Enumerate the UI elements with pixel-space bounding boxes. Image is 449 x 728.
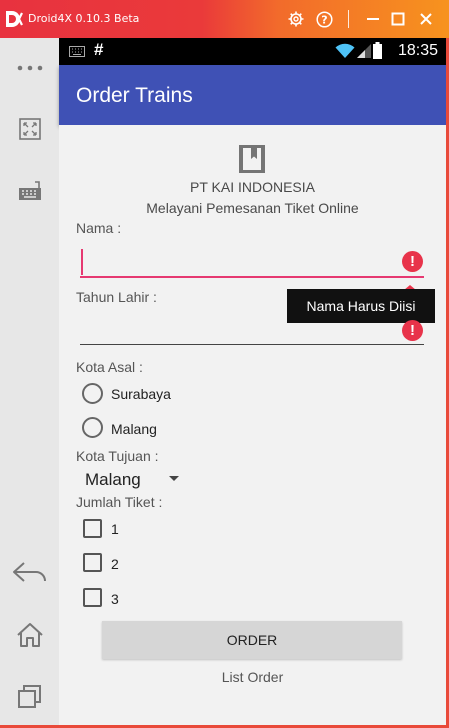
window-title: Droid4X 0.10.3 Beta [28,12,140,25]
window-title-bar: Droid4X 0.10.3 Beta ? [0,0,449,38]
order-button[interactable]: ORDER [102,621,402,659]
settings-gear-icon[interactable] [285,8,307,30]
radio-surabaya[interactable] [82,383,103,404]
nama-label: Nama : [76,220,122,236]
keyboard-notification-icon [69,46,85,57]
close-icon[interactable] [415,8,437,30]
nama-underline [80,276,424,278]
checkbox-1[interactable] [83,519,102,538]
jumlah-tiket-label: Jumlah Tiket : [76,494,163,510]
radio-malang-label[interactable]: Malang [111,421,157,437]
back-icon[interactable] [10,554,50,590]
kota-tujuan-spinner[interactable]: Malang [85,470,141,490]
more-icon[interactable] [10,50,50,86]
battery-icon [373,42,382,59]
text-cursor [81,249,83,275]
kota-tujuan-label: Kota Tujuan : [76,448,159,464]
list-order-link[interactable]: List Order [59,669,446,685]
order-form: PT KAI INDONESIA Melayani Pemesanan Tike… [59,125,446,725]
signal-icon [357,44,371,58]
company-tagline: Melayani Pemesanan Tiket Online [146,200,359,216]
company-name: PT KAI INDONESIA [190,179,315,195]
keyboard-icon[interactable] [10,173,50,209]
radio-malang[interactable] [82,417,103,438]
help-icon[interactable]: ? [313,8,335,30]
checkbox-3-label[interactable]: 3 [111,591,119,607]
emulator-sidebar [0,38,59,725]
notification-glyph: # [94,40,104,59]
fullscreen-icon[interactable] [10,111,50,147]
android-status-bar: # 18:35 [59,38,446,65]
dropdown-arrow-icon[interactable] [169,476,179,481]
tahun-lahir-error-icon: ! [402,320,423,341]
kota-asal-label: Kota Asal : [76,359,143,375]
checkbox-3[interactable] [83,588,102,607]
droid4x-logo-icon [6,11,23,27]
nama-input[interactable] [80,247,398,277]
title-separator [348,10,349,28]
radio-surabaya-label[interactable]: Surabaya [111,386,171,402]
checkbox-2-label[interactable]: 2 [111,556,119,572]
nama-error-icon: ! [402,251,423,272]
status-time: 18:35 [397,42,438,59]
book-logo-icon [239,145,265,173]
checkbox-1-label[interactable]: 1 [111,521,119,537]
checkbox-2[interactable] [83,553,102,572]
svg-text:?: ? [321,13,327,26]
app-bar: Order Trains [59,65,446,125]
minimize-icon[interactable] [362,8,384,30]
tahun-lahir-label: Tahun Lahir : [76,289,157,305]
nama-error-text: Nama Harus Diisi [306,298,416,314]
home-icon[interactable] [10,617,50,653]
tahun-lahir-input[interactable] [80,315,398,345]
recents-icon[interactable] [10,678,50,714]
app-title: Order Trains [76,84,193,107]
maximize-icon[interactable] [387,8,409,30]
wifi-icon [335,43,355,58]
tahun-lahir-underline [80,344,424,345]
